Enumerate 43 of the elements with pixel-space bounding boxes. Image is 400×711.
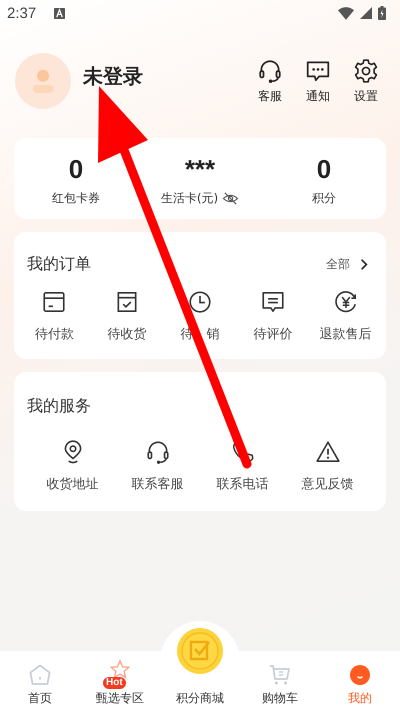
- section-title: 我的订单: [27, 254, 91, 275]
- customer-service-button[interactable]: 客服: [246, 58, 294, 104]
- nav-tab[interactable]: 首页: [0, 651, 80, 711]
- stat-label: 生活卡(元): [160, 190, 218, 207]
- stat-label: 红包卡券: [52, 190, 100, 207]
- settings-icon: [353, 58, 379, 84]
- home-icon: [28, 663, 52, 687]
- card-icon: [41, 289, 68, 315]
- order-status-item[interactable]: 退款售后: [309, 289, 382, 343]
- order-status-item[interactable]: 待收货: [90, 289, 164, 343]
- stat-value[interactable]: 0: [316, 156, 332, 182]
- battery-icon: [378, 6, 386, 20]
- service-item[interactable]: 意见反馈: [285, 439, 370, 493]
- headset-icon: [257, 58, 283, 84]
- order-status-label: 销: [206, 326, 220, 343]
- login-status[interactable]: 未登录: [83, 62, 143, 90]
- hot-badge: Hot: [103, 677, 126, 689]
- comment-icon: [260, 289, 286, 315]
- order-status-item[interactable]: 待付款: [18, 289, 91, 343]
- refund-icon: [332, 289, 359, 315]
- stat-value[interactable]: ***: [184, 156, 216, 182]
- order-status-item[interactable]: 待评价: [236, 289, 310, 343]
- coin-icon: [176, 627, 224, 675]
- stat-label: 积分: [312, 190, 336, 207]
- headset-icon: [144, 439, 170, 465]
- service-item[interactable]: 联系客服: [115, 439, 200, 493]
- settings-button[interactable]: 设置: [342, 58, 390, 104]
- chevron-right-icon[interactable]: [360, 258, 368, 271]
- service-item[interactable]: 收货地址: [30, 439, 115, 493]
- section-title: 我的服务: [27, 396, 91, 417]
- nav-tab[interactable]: Hot 甄选专区: [80, 651, 160, 711]
- warning-icon: [314, 439, 340, 465]
- profile-icon: [348, 663, 372, 687]
- nav-tab[interactable]: 购物车: [240, 651, 320, 711]
- status-time: 2:37: [7, 4, 36, 22]
- signal-icon: [360, 7, 372, 19]
- eye-off-icon[interactable]: [222, 190, 240, 207]
- stat-value[interactable]: 0: [68, 156, 84, 182]
- cart-icon: [268, 663, 292, 687]
- view-all-link[interactable]: 全部: [326, 256, 350, 273]
- clock-icon: [186, 289, 213, 315]
- wifi-icon: [338, 6, 354, 20]
- notification-button[interactable]: 通知: [294, 58, 342, 104]
